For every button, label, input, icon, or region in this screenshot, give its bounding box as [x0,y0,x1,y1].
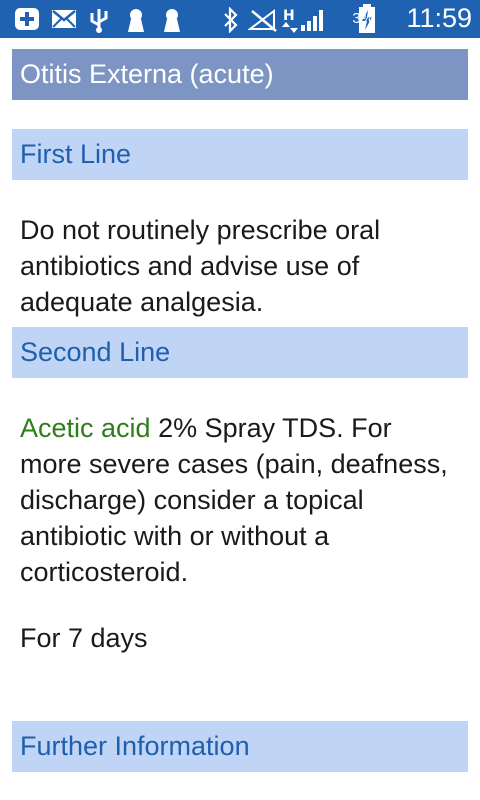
drug-link-acetic-acid[interactable]: Acetic acid [20,413,151,443]
no-sim-signal-icon [248,9,277,32]
section-header-second-line[interactable]: Second Line [12,327,468,378]
hspa-data-icon: H [282,8,298,33]
bluetooth-icon [224,7,238,33]
email-icon [52,10,76,28]
usb-icon [90,9,108,33]
section-header-first-line[interactable]: First Line [12,129,468,180]
keyhole-icon [128,9,144,32]
keyhole-icon [164,9,180,32]
signal-strength-icon [301,10,323,31]
status-bar: H 3% 11:59 [0,0,480,38]
battery-percent: 3% [352,10,374,27]
add-notification-icon [15,8,39,30]
second-line-text: Acetic acid 2% Spray TDS. For more sever… [20,410,460,590]
first-line-text: Do not routinely prescribe oral antibiot… [20,215,381,317]
page-title: Otitis Externa (acute) [12,49,468,100]
svg-text:H: H [283,8,295,24]
treatment-duration: For 7 days [20,623,148,653]
section-header-further-information[interactable]: Further Information [12,721,468,772]
clock: 11:59 [406,3,472,33]
